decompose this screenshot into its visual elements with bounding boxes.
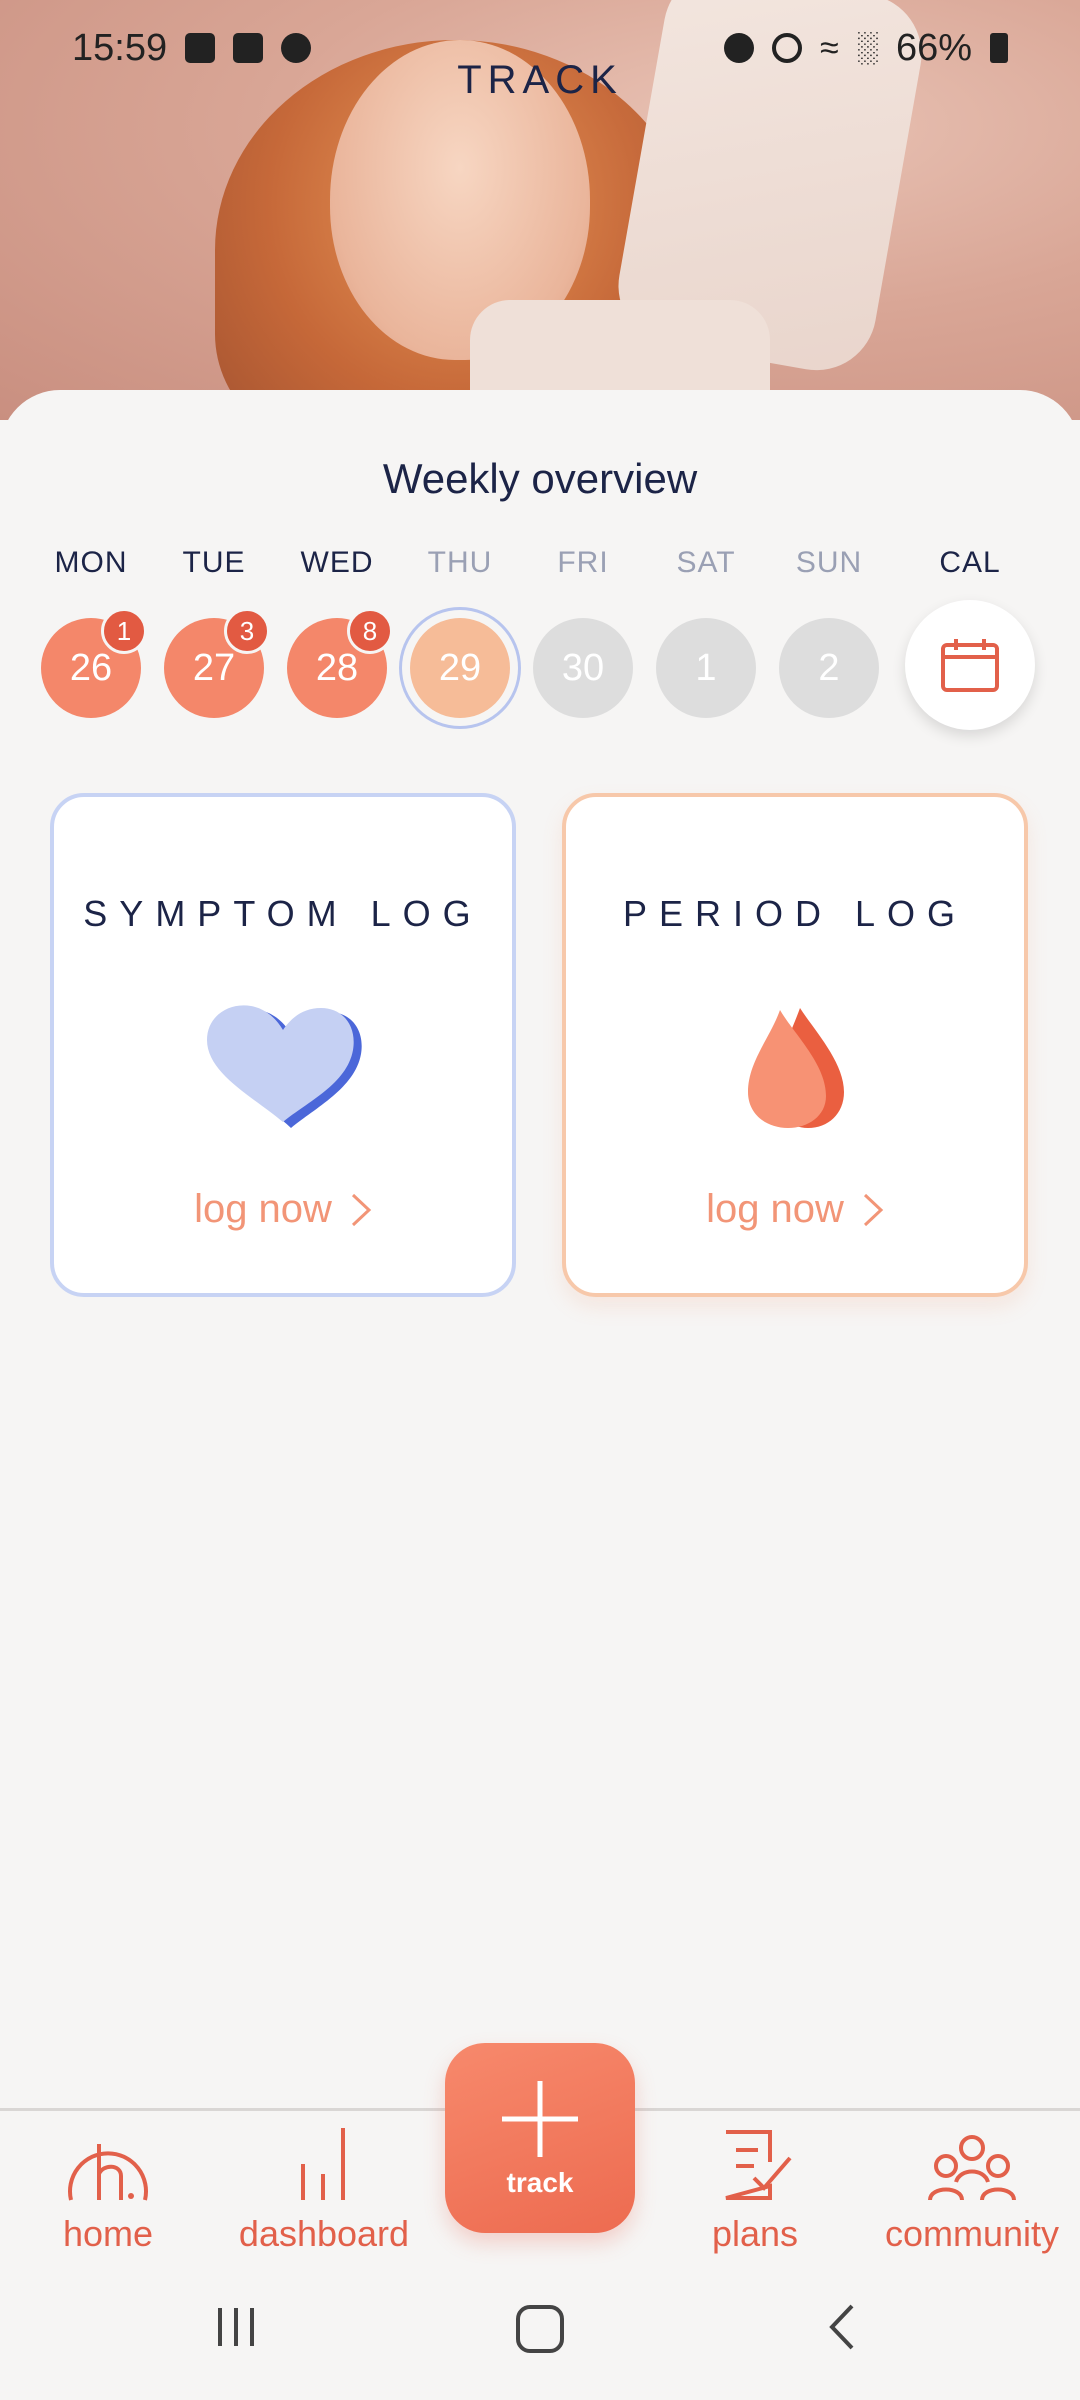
day-label-tue: TUE: [182, 546, 246, 579]
system-nav-bar: [0, 2290, 1080, 2370]
day-circle-26[interactable]: 26 1: [41, 608, 147, 718]
day-date: 28: [315, 646, 359, 689]
day-label-fri: FRI: [557, 546, 609, 579]
symptom-log-title: SYMPTOM LOG: [83, 893, 483, 934]
symptom-log-card[interactable]: SYMPTOM LOG log now: [50, 793, 516, 1297]
symptom-log-now-link[interactable]: log now: [194, 1187, 372, 1232]
day-label-thu: THU: [427, 546, 493, 579]
page-title: TRACK: [457, 58, 623, 102]
period-log-card[interactable]: PERIOD LOG log now: [562, 793, 1028, 1297]
nav-home-label: home: [62, 2213, 154, 2254]
day-circle-29-today[interactable]: 29: [410, 618, 510, 718]
nav-dashboard-label: dashboard: [238, 2213, 410, 2254]
day-circle-2[interactable]: 2: [779, 618, 879, 718]
day-badge: 8: [347, 608, 393, 654]
day-label-sat: SAT: [676, 546, 736, 579]
plus-icon: [502, 2081, 578, 2157]
day-badge: 3: [224, 608, 270, 654]
day-circle-27[interactable]: 27 3: [164, 608, 270, 718]
log-now-label: log now: [194, 1187, 332, 1231]
nav-community-label: community: [884, 2213, 1060, 2254]
people-icon: [928, 2135, 1016, 2201]
nav-community[interactable]: community: [872, 2124, 1072, 2255]
track-button-label: track: [506, 2167, 574, 2198]
day-date: 30: [561, 646, 605, 689]
nav-home[interactable]: home: [8, 2124, 208, 2255]
day-date: 2: [818, 646, 840, 689]
chevron-right-icon: [863, 1193, 884, 1226]
track-button[interactable]: track: [445, 2043, 635, 2233]
day-badge: 1: [101, 608, 147, 654]
weekly-overview-title: Weekly overview: [382, 455, 698, 502]
nav-dashboard[interactable]: dashboard: [224, 2124, 424, 2255]
day-date: 29: [438, 646, 482, 689]
weekday-labels: MON TUE WED THU FRI SAT SUN CAL: [0, 546, 1080, 586]
nav-plans[interactable]: plans: [655, 2124, 855, 2255]
log-now-label: log now: [706, 1187, 844, 1231]
recent-apps-icon[interactable]: [212, 2302, 262, 2352]
home-nav-icon[interactable]: [513, 2302, 567, 2356]
period-log-now-link[interactable]: log now: [706, 1187, 884, 1232]
clipboard-check-icon: [725, 2130, 792, 2200]
day-label-cal: CAL: [939, 546, 1001, 579]
drop-icon: [715, 997, 875, 1137]
calendar-icon: [941, 639, 999, 692]
day-label-wed: WED: [300, 546, 374, 579]
day-circle-30[interactable]: 30: [533, 618, 633, 718]
day-date: 27: [192, 646, 236, 689]
day-label-sun: SUN: [795, 546, 863, 579]
period-log-title: PERIOD LOG: [622, 893, 968, 934]
heart-icon: [203, 997, 363, 1137]
day-date: 1: [695, 646, 717, 689]
nav-plans-label: plans: [711, 2213, 799, 2254]
calendar-button[interactable]: [905, 600, 1035, 730]
day-circle-1[interactable]: 1: [656, 618, 756, 718]
back-icon[interactable]: [822, 2302, 862, 2352]
day-date: 26: [69, 646, 113, 689]
day-label-mon: MON: [54, 546, 128, 579]
chevron-right-icon: [351, 1193, 372, 1226]
bar-chart-icon: [301, 2128, 345, 2200]
home-logo-icon: [68, 2144, 148, 2201]
day-circle-28[interactable]: 28 8: [287, 608, 393, 718]
